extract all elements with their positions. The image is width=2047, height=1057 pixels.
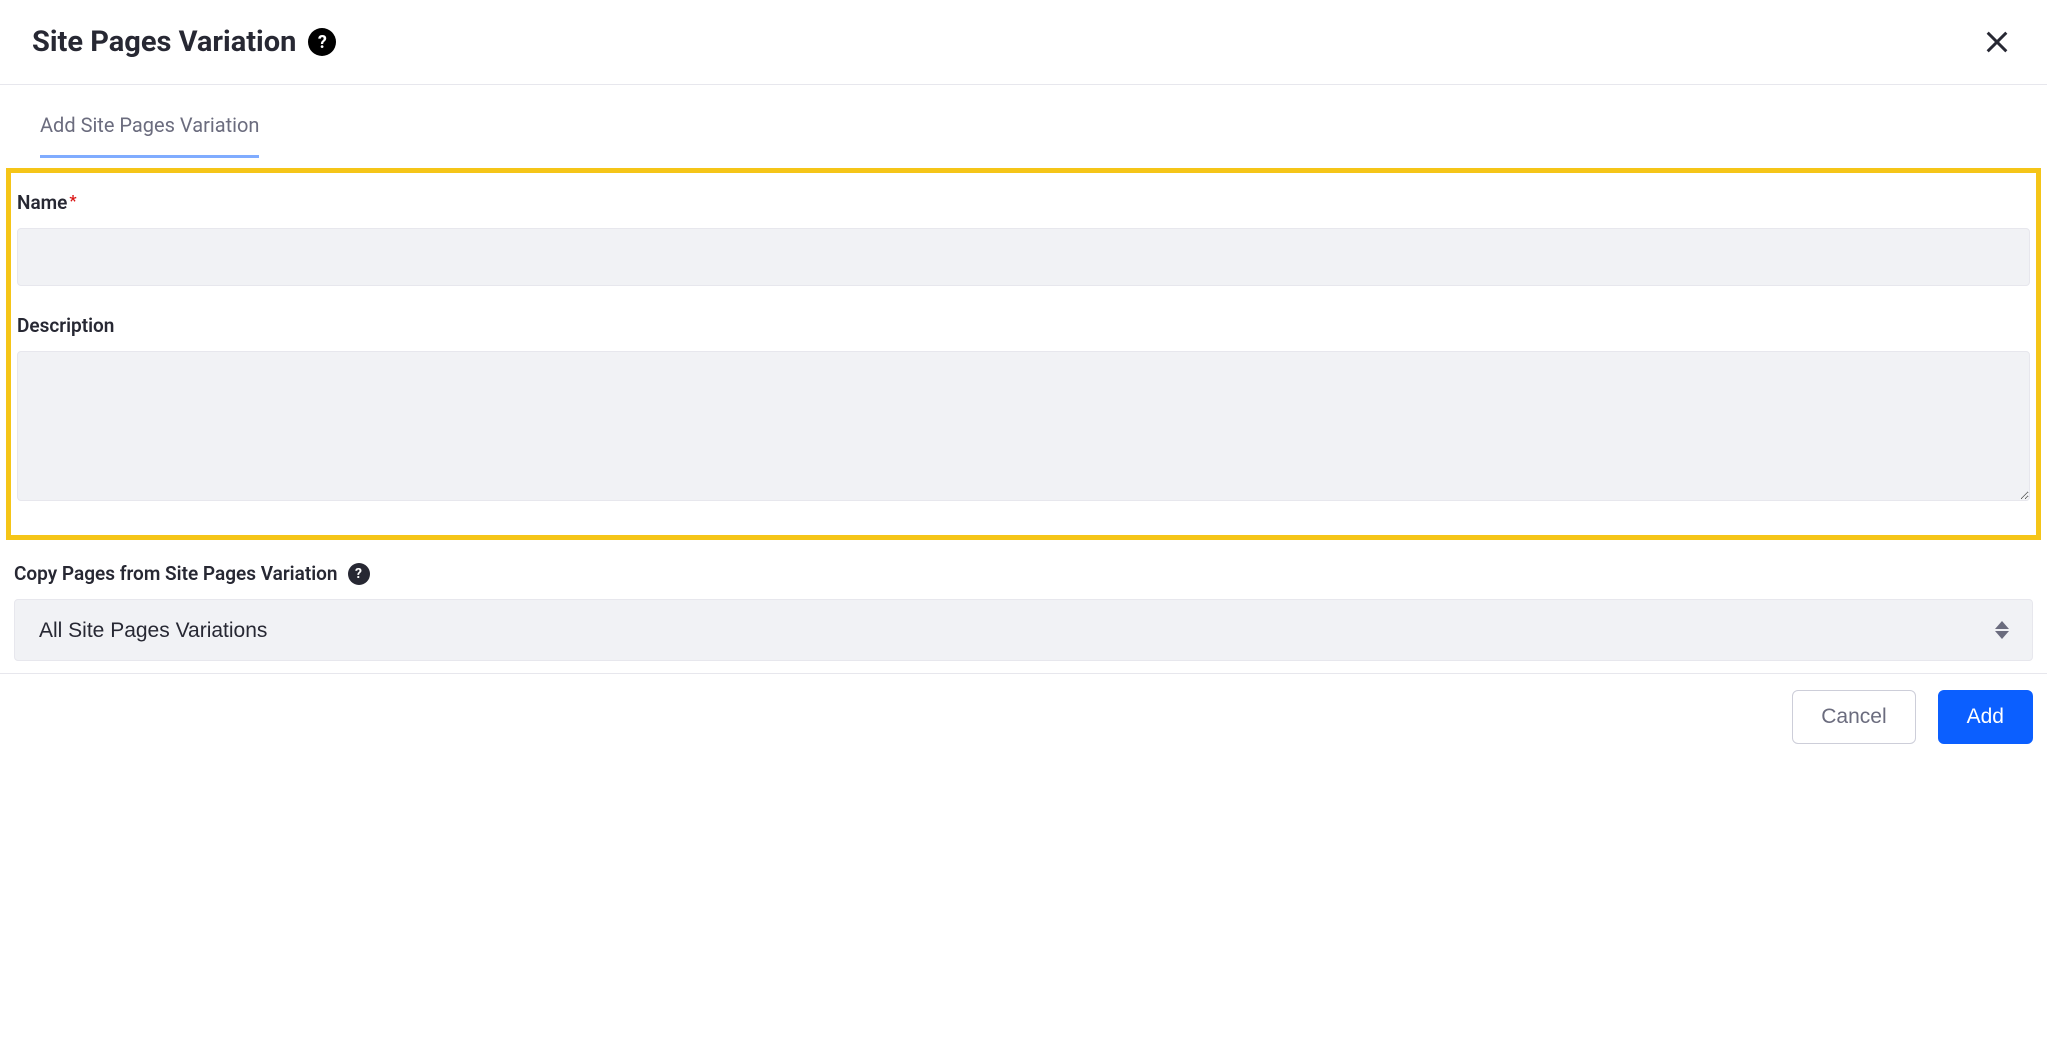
required-asterisk: * [69,191,76,210]
name-label: Name* [17,191,77,214]
tab-add-site-pages-variation[interactable]: Add Site Pages Variation [40,85,259,158]
name-input[interactable] [17,228,2030,286]
close-button[interactable] [1979,24,2015,60]
form-highlighted-section: Name* Description [6,168,2041,540]
copy-pages-label: Copy Pages from Site Pages Variation [14,562,338,585]
copy-pages-section: Copy Pages from Site Pages Variation ? A… [0,540,2047,661]
help-icon[interactable]: ? [348,563,370,585]
copy-label-wrap: Copy Pages from Site Pages Variation ? [14,562,2033,585]
description-textarea[interactable] [17,351,2030,501]
page-title: Site Pages Variation [32,25,296,59]
close-icon [1983,28,2011,56]
name-label-text: Name [17,191,67,214]
copy-select-wrap: All Site Pages Variations [14,599,2033,661]
description-label: Description [17,314,114,337]
tabs-container: Add Site Pages Variation [0,85,2047,158]
copy-pages-select[interactable]: All Site Pages Variations [14,599,2033,661]
cancel-button[interactable]: Cancel [1792,690,1915,744]
modal-header: Site Pages Variation ? [0,0,2047,85]
name-field-group: Name* [17,191,2030,286]
description-field-group: Description [17,314,2030,505]
help-icon[interactable]: ? [308,28,336,56]
header-title-wrap: Site Pages Variation ? [32,25,336,59]
add-button[interactable]: Add [1938,690,2033,744]
modal-footer: Cancel Add [0,673,2047,760]
